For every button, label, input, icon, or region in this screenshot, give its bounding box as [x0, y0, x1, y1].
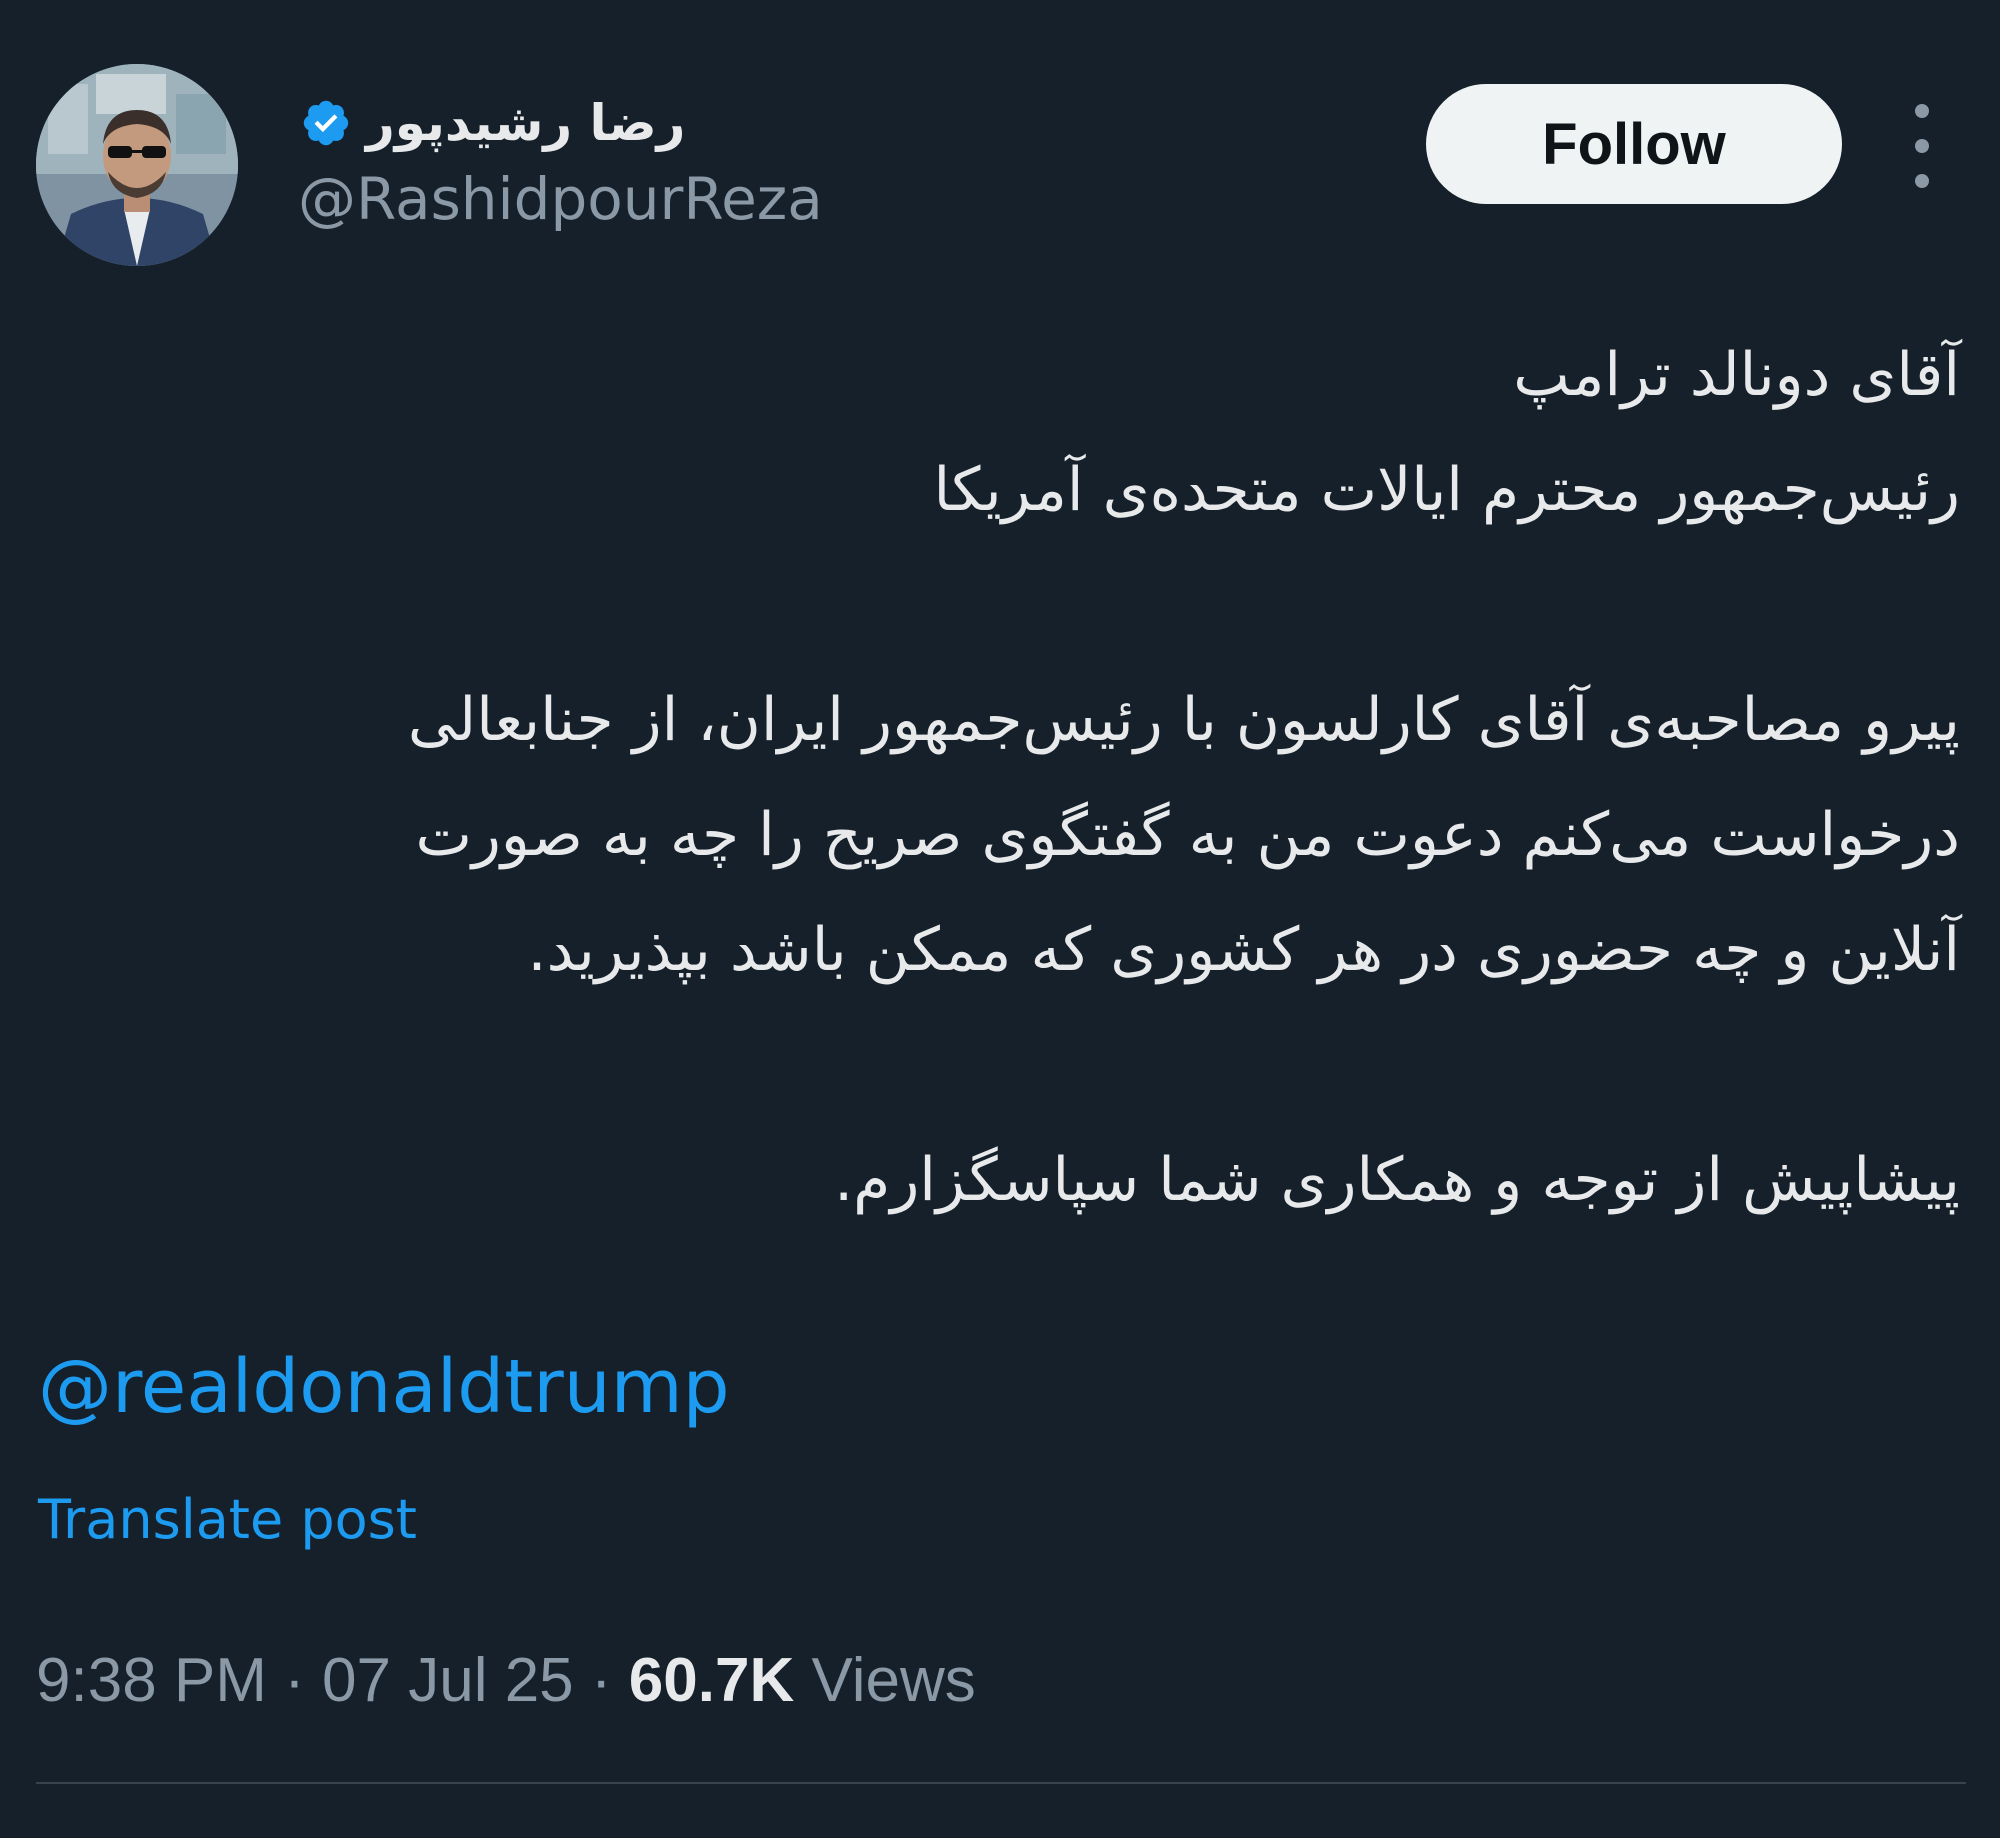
tweet-line: پیرو مصاحبه‌ی آقای کارلسون با رئیس‌جمهور…: [407, 685, 1960, 755]
tweet-line: درخواست می‌کنم دعوت من به گفتگوی صریح را…: [415, 800, 1960, 870]
avatar[interactable]: [36, 64, 238, 266]
meta-separator: ·: [590, 1646, 612, 1715]
post-date[interactable]: 07 Jul 25: [322, 1646, 574, 1715]
ellipsis-dot: [1915, 139, 1929, 153]
tweet-line: آنلاین و چه حضوری در هر کشوری که ممکن با…: [527, 915, 1961, 985]
ellipsis-dot: [1915, 174, 1929, 188]
tweet-line: رئیس‌جمهور محترم ایالات متحده‌ی آمریکا: [933, 455, 1960, 525]
tweet-detail: رضا رشیدپور @RashidpourReza Follow آقای …: [0, 0, 2000, 1838]
avatar-photo: [36, 64, 238, 266]
follow-button[interactable]: Follow: [1426, 84, 1842, 204]
display-name-row[interactable]: رضا رشیدپور: [300, 86, 685, 160]
tweet-text: آقای دونالد ترامپ رئیس‌جمهور محترم ایالا…: [80, 318, 1960, 1238]
divider: [36, 1782, 1966, 1784]
more-options-button[interactable]: [1900, 104, 1944, 188]
views-label: Views: [811, 1646, 976, 1715]
tweet-metadata: 9:38 PM · 07 Jul 25 · 60.7K Views: [36, 1650, 976, 1712]
tweet-line: پیشاپیش از توجه و همکاری شما سپاسگزارم.: [834, 1145, 1960, 1215]
user-handle[interactable]: @RashidpourReza: [298, 170, 823, 228]
post-time[interactable]: 9:38 PM: [36, 1646, 267, 1715]
vertical-ellipsis-icon: [1915, 104, 1929, 118]
verified-badge-icon: [300, 97, 352, 149]
tweet-line: آقای دونالد ترامپ: [1513, 340, 1960, 410]
views-count: 60.7K: [628, 1646, 795, 1715]
mention-link[interactable]: @realdonaldtrump: [38, 1350, 730, 1424]
meta-separator: ·: [284, 1646, 305, 1715]
translate-post-link[interactable]: Translate post: [38, 1493, 417, 1547]
display-name: رضا رشیدپور: [366, 94, 686, 152]
